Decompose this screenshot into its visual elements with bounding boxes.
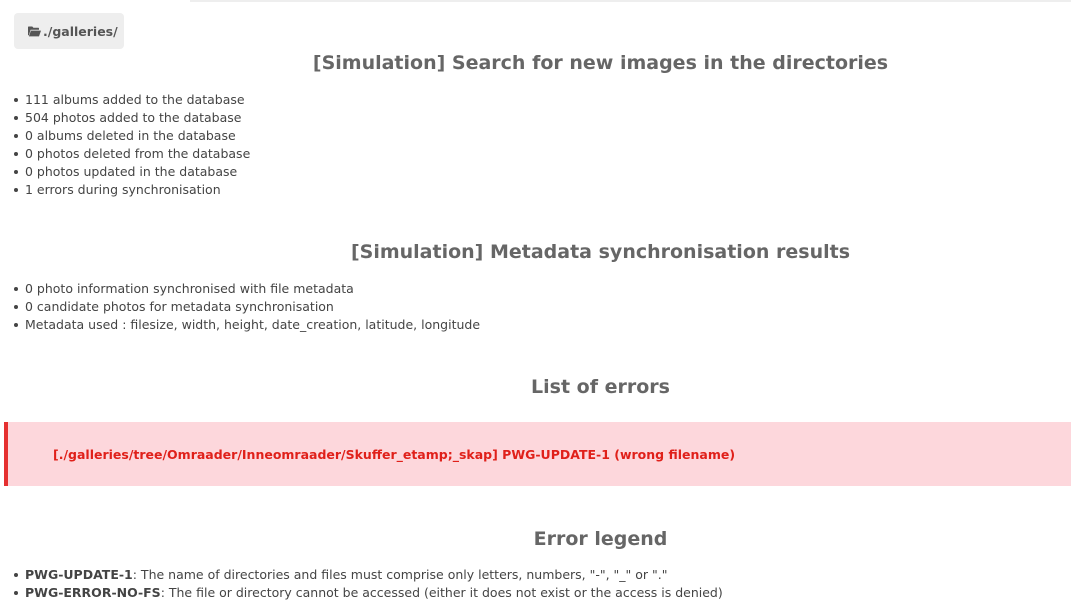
list-item: 0 photo information synchronised with fi… [10, 280, 480, 298]
list-item: 1 errors during synchronisation [10, 181, 250, 199]
errors-title: List of errors [531, 376, 670, 398]
list-item: 0 photos updated in the database [10, 163, 250, 181]
error-legend-list: PWG-UPDATE-1: The name of directories an… [10, 566, 723, 602]
bullet-icon [14, 116, 18, 120]
bullet-icon [14, 188, 18, 192]
breadcrumb[interactable]: ./galleries/ [14, 13, 124, 49]
list-item: 0 albums deleted in the database [10, 127, 250, 145]
bullet-icon [14, 98, 18, 102]
search-results-list: 111 albums added to the database 504 pho… [10, 91, 250, 199]
bullet-icon [14, 323, 18, 327]
error-message: [./galleries/tree/Omraader/Inneomraader/… [53, 446, 736, 462]
bullet-icon [14, 134, 18, 138]
error-legend-title: Error legend [533, 528, 668, 550]
metadata-results-list: 0 photo information synchronised with fi… [10, 280, 480, 334]
legend-item: PWG-ERROR-NO-FS: The file or directory c… [10, 584, 723, 602]
list-item: Metadata used : filesize, width, height,… [10, 316, 480, 334]
bullet-icon [14, 305, 18, 309]
list-item: 111 albums added to the database [10, 91, 250, 109]
bullet-icon [14, 573, 18, 577]
error-message-box: [./galleries/tree/Omraader/Inneomraader/… [4, 422, 1071, 486]
bullet-icon [14, 591, 18, 595]
metadata-results-title: [Simulation] Metadata synchronisation re… [350, 241, 851, 263]
error-code: PWG-ERROR-NO-FS [25, 585, 161, 600]
error-code: PWG-UPDATE-1 [25, 567, 133, 582]
bullet-icon [14, 287, 18, 291]
list-item: 504 photos added to the database [10, 109, 250, 127]
error-description: : The file or directory cannot be access… [160, 585, 723, 600]
list-item: 0 candidate photos for metadata synchron… [10, 298, 480, 316]
bullet-icon [14, 152, 18, 156]
legend-item: PWG-UPDATE-1: The name of directories an… [10, 566, 723, 584]
breadcrumb-label: ./galleries/ [43, 23, 118, 39]
top-divider [190, 0, 1071, 2]
bullet-icon [14, 170, 18, 174]
error-description: : The name of directories and files must… [132, 567, 668, 582]
search-results-title: [Simulation] Search for new images in th… [312, 52, 889, 74]
folder-open-icon [28, 26, 41, 36]
list-item: 0 photos deleted from the database [10, 145, 250, 163]
